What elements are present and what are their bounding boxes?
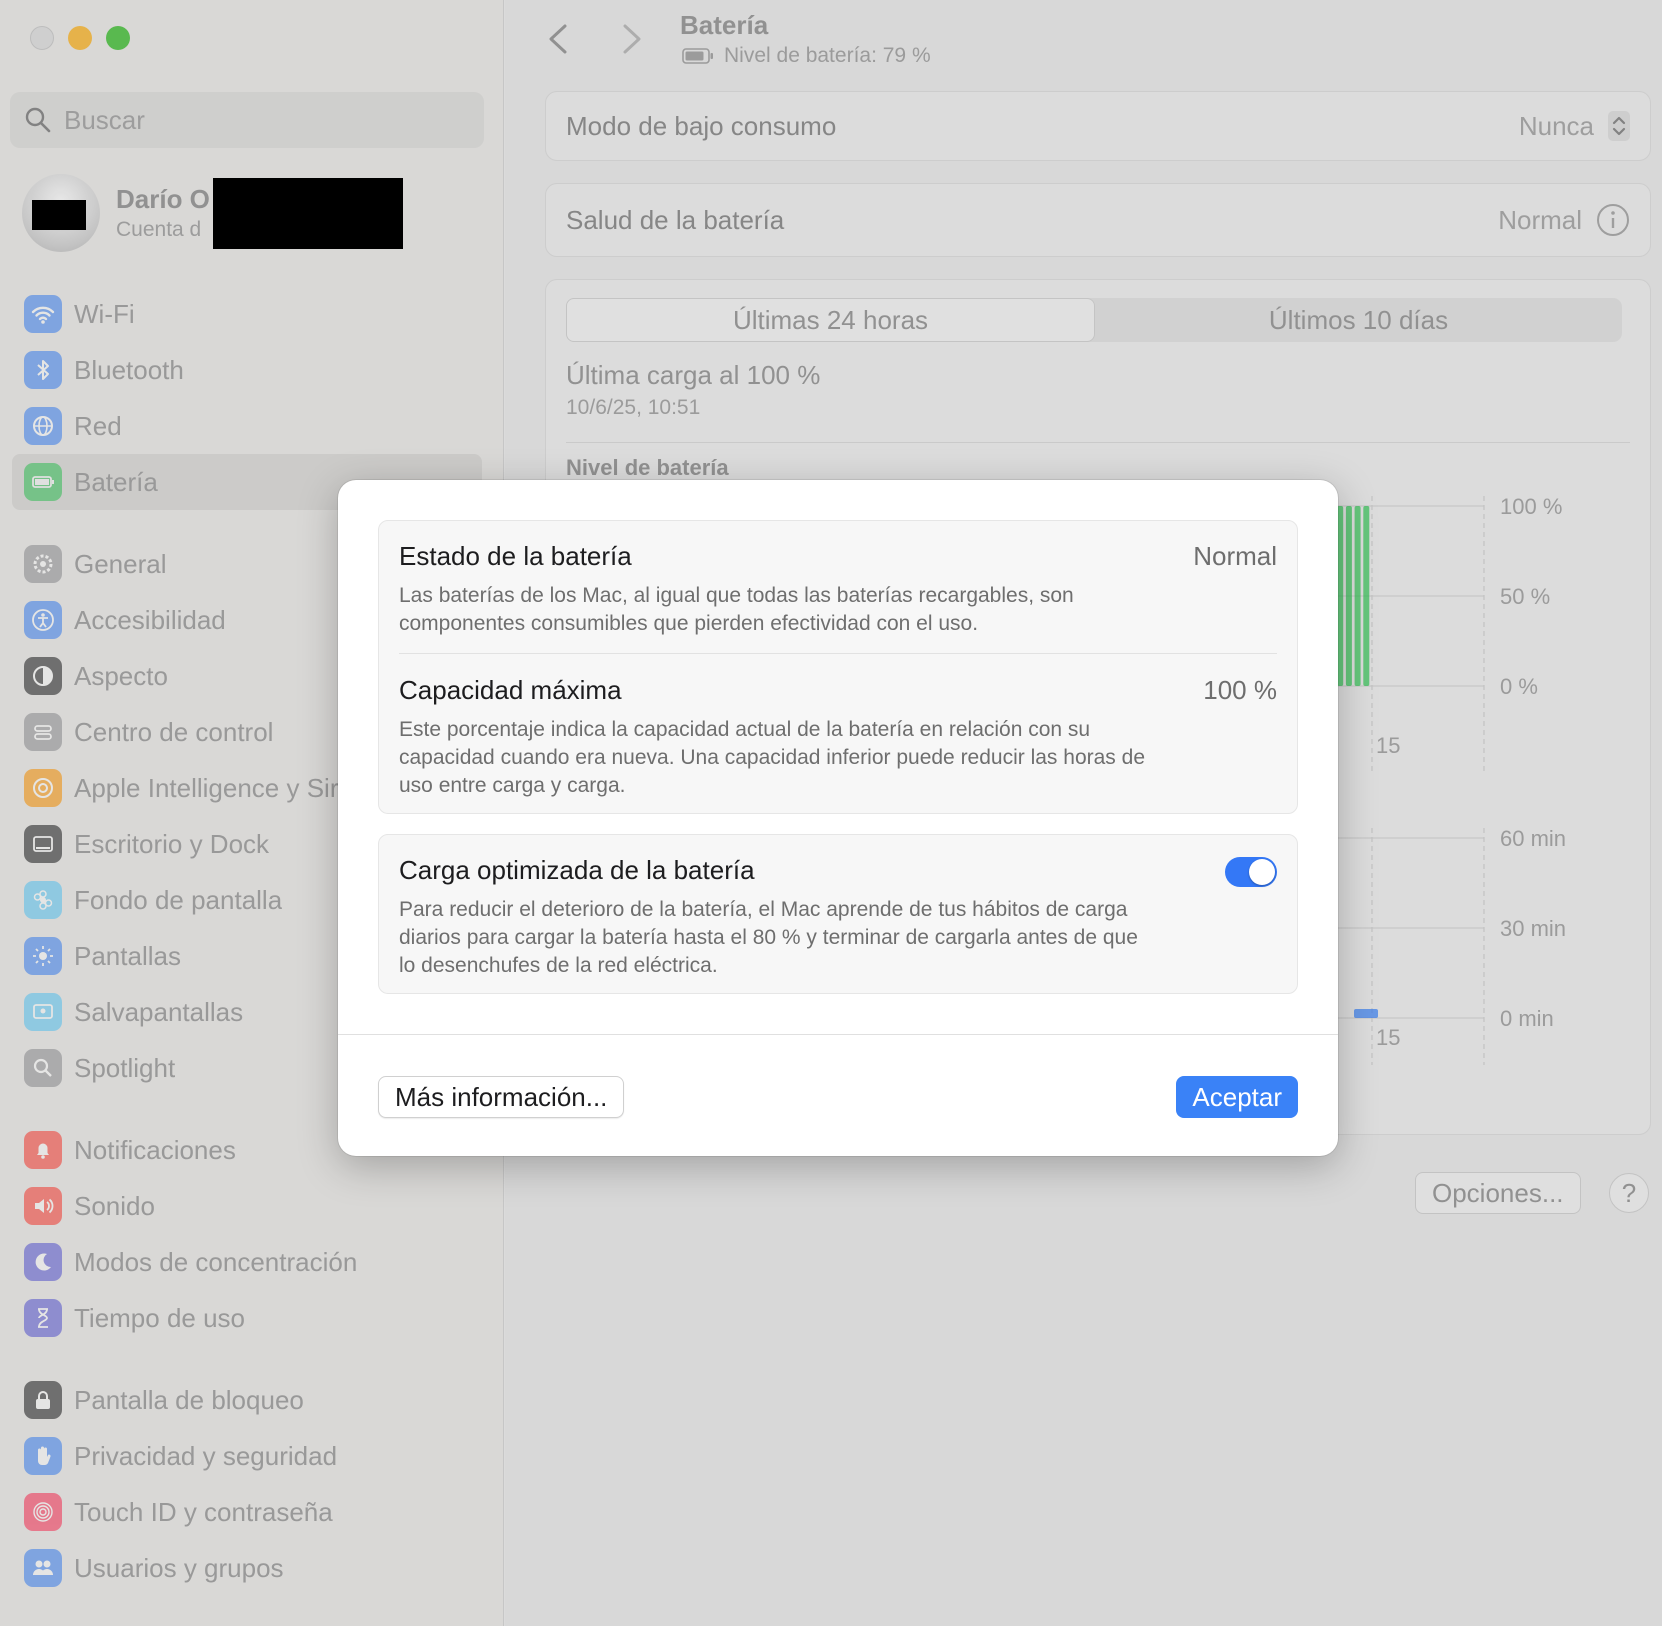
max-capacity-value: 100 %: [1203, 675, 1277, 705]
max-capacity-title: Capacidad máxima: [399, 675, 622, 705]
battery-status-title: Estado de la batería: [399, 541, 632, 571]
health-info-box: Estado de la batería Normal Las baterías…: [378, 520, 1298, 814]
max-capacity-description: Este porcentaje indica la capacidad actu…: [399, 718, 1145, 797]
battery-status-item: Estado de la batería Normal Las baterías…: [399, 541, 1277, 638]
optimized-charging-description: Para reducir el deterioro de la batería,…: [399, 898, 1138, 977]
battery-status-description: Las baterías de los Mac, al igual que to…: [399, 584, 1074, 635]
accept-button[interactable]: Aceptar: [1176, 1076, 1298, 1118]
toggle-knob: [1249, 859, 1275, 885]
optimized-charging-item: Carga optimizada de la batería Para redu…: [399, 855, 1277, 980]
max-capacity-item: Capacidad máxima 100 % Este porcentaje i…: [399, 675, 1277, 800]
optimized-charging-box: Carga optimizada de la batería Para redu…: [378, 834, 1298, 994]
optimized-charging-title: Carga optimizada de la batería: [399, 855, 755, 885]
battery-status-value: Normal: [1193, 541, 1277, 571]
more-info-button[interactable]: Más información...: [378, 1076, 625, 1118]
divider: [399, 653, 1277, 654]
optimized-charging-toggle[interactable]: [1225, 857, 1277, 887]
divider: [338, 1034, 1338, 1035]
battery-health-dialog: Estado de la batería Normal Las baterías…: [338, 480, 1338, 1156]
